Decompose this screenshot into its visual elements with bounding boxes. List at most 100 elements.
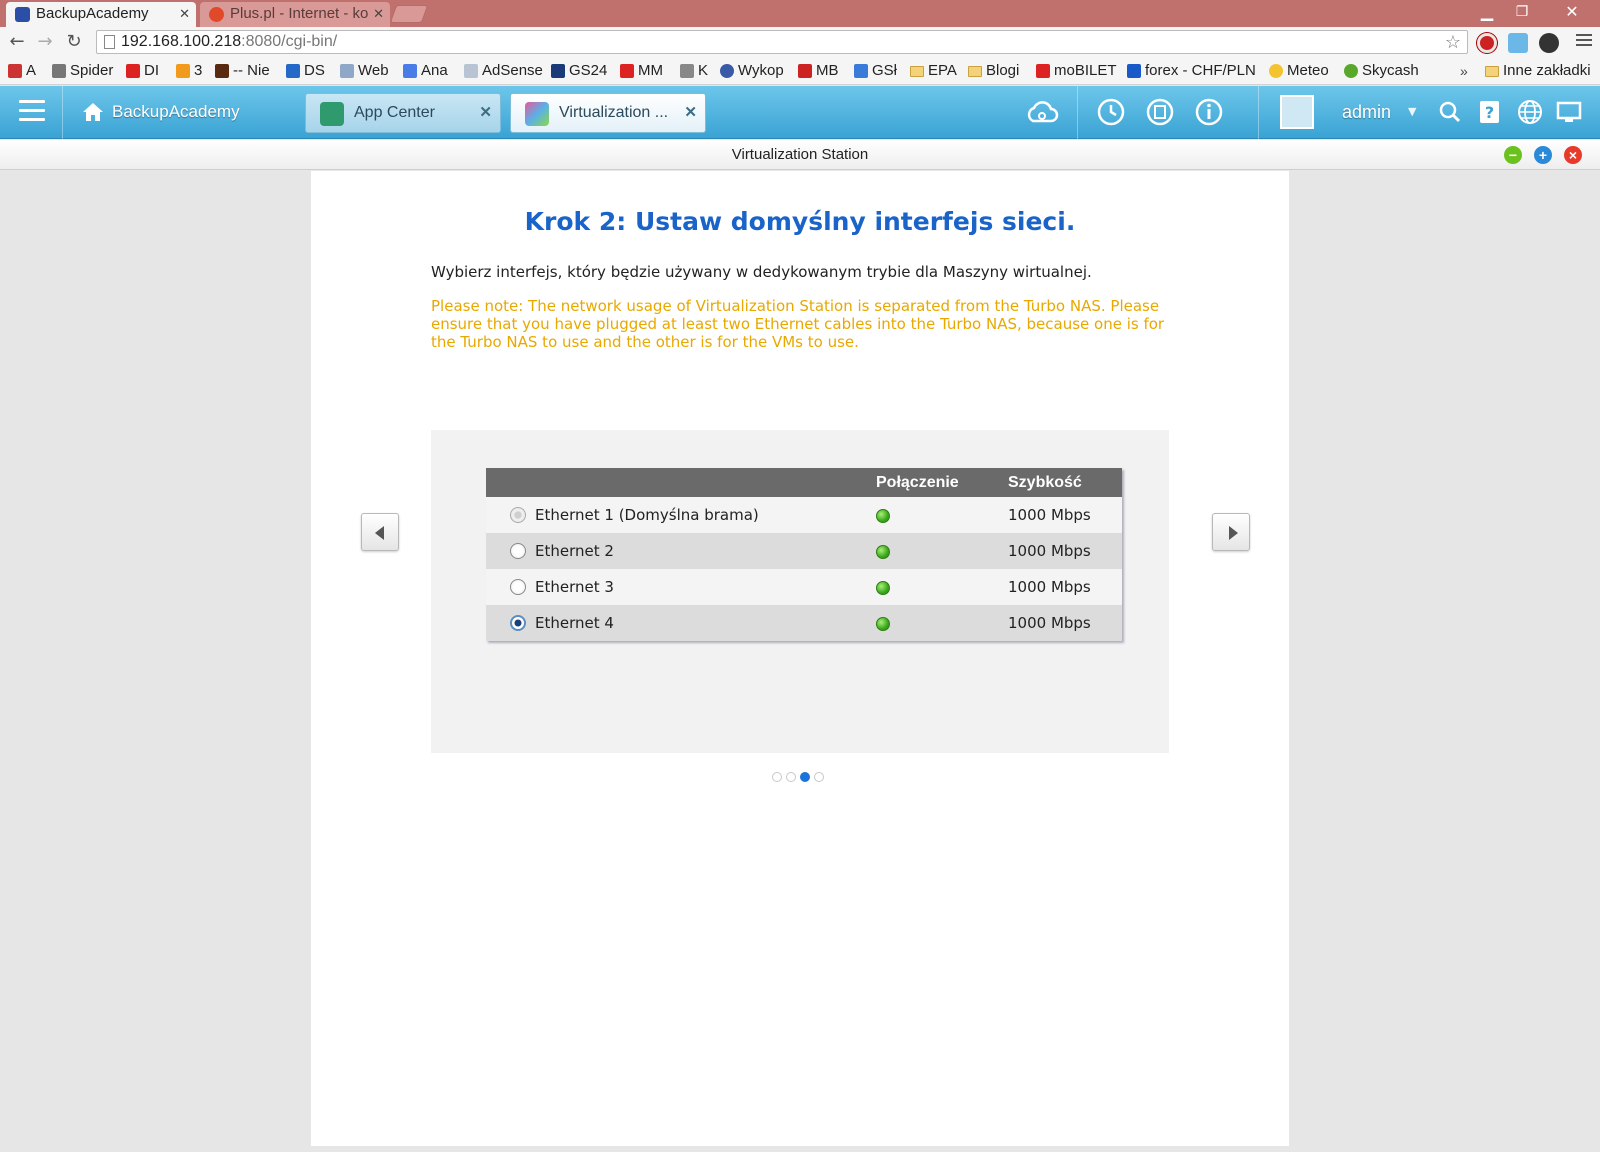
bookmark-item[interactable]: AdSense bbox=[464, 61, 543, 81]
table-row-ethernet-4[interactable]: Ethernet 4 1000 Mbps bbox=[486, 605, 1122, 641]
close-window-button[interactable]: ✕ bbox=[1550, 0, 1594, 24]
next-step-button[interactable] bbox=[1212, 513, 1250, 551]
bookmark-item[interactable]: moBILET bbox=[1036, 61, 1117, 81]
search-icon[interactable] bbox=[1437, 97, 1463, 127]
bookmark-item[interactable]: -- Nie bbox=[215, 61, 270, 81]
reload-icon[interactable]: ↻ bbox=[62, 30, 86, 54]
bookmark-item[interactable]: MM bbox=[620, 61, 663, 81]
bookmark-item[interactable]: Wykop bbox=[720, 61, 784, 81]
language-globe-icon[interactable] bbox=[1515, 97, 1545, 127]
new-tab-button[interactable] bbox=[389, 5, 429, 23]
bookmark-item[interactable]: Ana bbox=[403, 61, 448, 81]
close-app-icon[interactable]: × bbox=[1564, 146, 1582, 164]
svg-text:?: ? bbox=[1485, 103, 1494, 122]
speed-cell: 1000 Mbps bbox=[1000, 533, 1122, 569]
bookmark-item[interactable]: DS bbox=[286, 61, 325, 81]
close-app-tab-icon[interactable]: ✕ bbox=[479, 94, 492, 132]
chrome-menu-icon[interactable] bbox=[1576, 34, 1592, 48]
url-path: :8080/cgi-bin/ bbox=[241, 33, 338, 50]
browser-tab-plus[interactable]: Plus.pl - Internet - ko ✕ bbox=[200, 2, 390, 27]
network-interface-table: Połączenie Szybkość Ethernet 1 (Domyślna… bbox=[486, 468, 1122, 641]
browser-toolbar: ← → ↻ 192.168.100.218:8080/cgi-bin/ ☆ bbox=[0, 27, 1600, 58]
bookmark-item[interactable]: GSł bbox=[854, 61, 897, 81]
adblock-extension-icon[interactable] bbox=[1477, 33, 1497, 53]
user-menu-caret-icon[interactable]: ▼ bbox=[1408, 100, 1416, 124]
column-header-connection: Połączenie bbox=[868, 468, 1000, 497]
bookmark-item[interactable]: GS24 bbox=[551, 61, 607, 81]
pager-dot[interactable] bbox=[786, 772, 796, 782]
home-button[interactable]: BackupAcademy bbox=[82, 100, 240, 124]
connected-status-icon bbox=[876, 616, 890, 631]
clock-icon[interactable] bbox=[1096, 97, 1126, 127]
pager-dot-current[interactable] bbox=[800, 772, 810, 782]
sync-tasks-icon[interactable] bbox=[1145, 97, 1175, 127]
help-icon[interactable]: ? bbox=[1477, 97, 1503, 127]
back-arrow-icon[interactable]: ← bbox=[5, 30, 29, 54]
close-app-tab-icon[interactable]: ✕ bbox=[684, 94, 697, 132]
bookmark-item[interactable]: forex - CHF/PLN bbox=[1127, 61, 1256, 81]
bookmark-item[interactable]: Spider bbox=[52, 61, 113, 81]
interface-name: Ethernet 3 bbox=[535, 578, 614, 596]
other-bookmarks-folder[interactable]: Inne zakładki bbox=[1485, 61, 1591, 81]
address-bar[interactable]: 192.168.100.218:8080/cgi-bin/ ☆ bbox=[96, 30, 1468, 54]
url-host: 192.168.100.218 bbox=[121, 33, 242, 50]
connection-cell bbox=[868, 605, 1000, 641]
table-header-row: Połączenie Szybkość bbox=[486, 468, 1122, 497]
cloud-icon[interactable] bbox=[1025, 97, 1059, 127]
wizard-pager bbox=[772, 770, 828, 782]
main-menu-icon[interactable] bbox=[19, 100, 45, 124]
bookmark-star-icon[interactable]: ☆ bbox=[1445, 31, 1461, 53]
bookmark-item[interactable]: Web bbox=[340, 61, 389, 81]
pager-dot[interactable] bbox=[814, 772, 824, 782]
restore-window-button[interactable]: ❐ bbox=[1505, 0, 1539, 24]
ethernet-2-radio[interactable] bbox=[510, 542, 526, 559]
app-tab-virtualization[interactable]: Virtualization ... ✕ bbox=[510, 93, 706, 133]
app-tab-label: Virtualization ... bbox=[559, 104, 669, 121]
wizard-panel: Krok 2: Ustaw domyślny interfejs sieci. … bbox=[311, 171, 1289, 1146]
bookmark-item[interactable]: A bbox=[8, 61, 36, 81]
interface-cell: Ethernet 2 bbox=[486, 533, 868, 569]
bookmark-folder[interactable]: EPA bbox=[910, 61, 957, 81]
qnap-top-bar: BackupAcademy App Center ✕ Virtualizatio… bbox=[0, 86, 1600, 139]
bookmark-item[interactable]: 3 bbox=[176, 61, 202, 81]
wizard-network-note: Please note: The network usage of Virtua… bbox=[431, 297, 1165, 351]
user-avatar[interactable] bbox=[1280, 95, 1314, 129]
forward-arrow-icon[interactable]: → bbox=[33, 30, 57, 54]
connection-cell bbox=[868, 533, 1000, 569]
pager-dot[interactable] bbox=[772, 772, 782, 782]
speed-cell: 1000 Mbps bbox=[1000, 497, 1122, 533]
bookmark-folder[interactable]: Blogi bbox=[968, 61, 1019, 81]
speed-cell: 1000 Mbps bbox=[1000, 605, 1122, 641]
table-row-ethernet-1[interactable]: Ethernet 1 (Domyślna brama) 1000 Mbps bbox=[486, 497, 1122, 533]
ethernet-1-radio[interactable] bbox=[510, 506, 526, 523]
table-row-ethernet-2[interactable]: Ethernet 2 1000 Mbps bbox=[486, 533, 1122, 569]
extension-off-icon[interactable] bbox=[1539, 33, 1559, 53]
minimize-window-button[interactable]: ▁ bbox=[1470, 0, 1504, 24]
interface-cell: Ethernet 3 bbox=[486, 569, 868, 605]
browser-tab-backupacademy[interactable]: BackupAcademy ✕ bbox=[6, 2, 196, 27]
maximize-app-icon[interactable]: + bbox=[1534, 146, 1552, 164]
column-header-interface bbox=[486, 468, 868, 497]
bookmark-item[interactable]: K bbox=[680, 61, 708, 81]
ethernet-4-radio[interactable] bbox=[510, 614, 526, 631]
interface-cell: Ethernet 4 bbox=[486, 605, 868, 641]
more-bookmarks-chevron-icon[interactable]: » bbox=[1460, 61, 1468, 81]
extension-icon[interactable] bbox=[1508, 33, 1528, 53]
desktop-icon[interactable] bbox=[1554, 97, 1584, 127]
table-row-ethernet-3[interactable]: Ethernet 3 1000 Mbps bbox=[486, 569, 1122, 605]
info-icon[interactable] bbox=[1194, 97, 1224, 127]
close-tab-icon[interactable]: ✕ bbox=[179, 2, 190, 26]
bookmark-item[interactable]: Skycash bbox=[1344, 61, 1419, 81]
browser-tab-title: Plus.pl - Internet - ko bbox=[230, 5, 369, 22]
bookmark-item[interactable]: DI bbox=[126, 61, 159, 81]
connected-status-icon bbox=[876, 580, 890, 595]
ethernet-3-radio[interactable] bbox=[510, 578, 526, 595]
connection-cell bbox=[868, 497, 1000, 533]
user-name[interactable]: admin bbox=[1342, 100, 1391, 124]
bookmark-item[interactable]: MB bbox=[798, 61, 839, 81]
app-tab-app-center[interactable]: App Center ✕ bbox=[305, 93, 501, 133]
bookmark-item[interactable]: Meteo bbox=[1269, 61, 1329, 81]
previous-step-button[interactable] bbox=[361, 513, 399, 551]
minimize-app-icon[interactable]: − bbox=[1504, 146, 1522, 164]
close-tab-icon[interactable]: ✕ bbox=[373, 2, 384, 26]
